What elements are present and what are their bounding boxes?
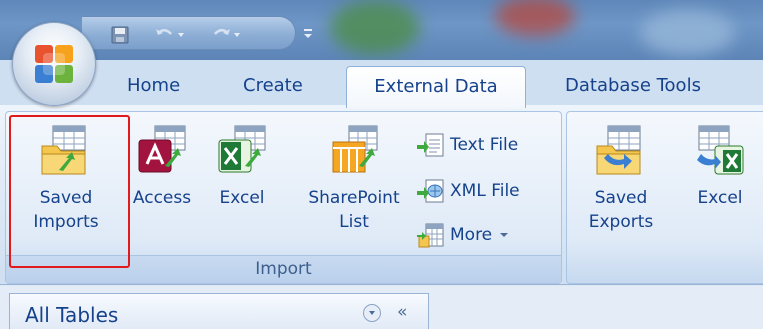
- customize-icon: [304, 29, 312, 38]
- undo-icon: [156, 29, 172, 35]
- sharepoint-list-icon: [332, 125, 378, 173]
- xml-file-import-button[interactable]: XML File: [416, 176, 520, 206]
- saved-imports-icon: [41, 125, 86, 175]
- chevron-down-icon: [178, 33, 184, 37]
- import-group-label: Import: [6, 255, 561, 283]
- navigation-pane: All Tables «: [0, 286, 763, 329]
- tab-create[interactable]: Create: [243, 75, 303, 96]
- saved-exports-icon: [596, 125, 641, 175]
- customize-toolbar-button[interactable]: [303, 25, 313, 38]
- saved-exports-button[interactable]: Saved Exports: [573, 124, 669, 234]
- import-group: Saved Imports Access Excel SharePoint Li…: [5, 111, 562, 284]
- title-bar: [0, 0, 763, 60]
- more-label: More: [450, 225, 493, 245]
- redo-icon: [214, 29, 230, 35]
- chevron-down-icon: [234, 33, 240, 37]
- excel-icon: [218, 125, 266, 173]
- access-icon: [138, 125, 186, 173]
- excel-export-label: Excel: [697, 188, 743, 208]
- excel-export-icon: [697, 125, 744, 175]
- sharepoint-list-import-button[interactable]: SharePoint List: [296, 124, 412, 234]
- saved-imports-label: Saved Imports: [33, 188, 99, 232]
- text-file-label: Text File: [450, 135, 519, 155]
- collapse-pane-icon[interactable]: «: [397, 302, 407, 322]
- save-icon: [111, 26, 129, 44]
- tab-external-data[interactable]: External Data: [346, 66, 526, 108]
- nav-pane-title: All Tables: [25, 303, 119, 327]
- navigation-pane-header[interactable]: All Tables «: [9, 293, 429, 329]
- excel-import-button[interactable]: Excel: [204, 124, 280, 210]
- title-bar-decoration: [330, 0, 420, 55]
- tab-database-tools[interactable]: Database Tools: [565, 75, 701, 96]
- access-label: Access: [132, 188, 192, 208]
- quick-access-toolbar: [82, 16, 296, 50]
- office-button[interactable]: [12, 22, 96, 106]
- saved-exports-label: Saved Exports: [588, 188, 654, 232]
- sharepoint-list-label: SharePoint List: [308, 188, 400, 232]
- more-import-button[interactable]: More: [416, 220, 510, 250]
- export-group: Saved Exports Excel: [566, 111, 763, 284]
- ribbon: Saved Imports Access Excel SharePoint Li…: [0, 105, 763, 285]
- redo-button[interactable]: [210, 24, 242, 46]
- xml-file-label: XML File: [450, 181, 520, 201]
- tab-home[interactable]: Home: [127, 75, 180, 96]
- nav-pane-menu-button[interactable]: [363, 304, 381, 322]
- chevron-down-icon: [500, 233, 509, 237]
- undo-button[interactable]: [154, 24, 186, 46]
- chevron-down-icon: [369, 311, 375, 315]
- save-button[interactable]: [110, 24, 130, 46]
- excel-label: Excel: [219, 188, 265, 208]
- saved-imports-button[interactable]: Saved Imports: [14, 124, 118, 234]
- tab-external-data-label: External Data: [374, 76, 498, 97]
- office-logo-icon: [35, 45, 73, 83]
- ribbon-tab-bar: Home Create External Data Database Tools: [0, 60, 763, 108]
- text-file-import-button[interactable]: Text File: [416, 130, 518, 160]
- text-file-icon: [417, 133, 444, 157]
- title-bar-decoration: [495, 0, 575, 36]
- title-bar-decoration: [640, 10, 735, 55]
- excel-export-button[interactable]: Excel: [679, 124, 761, 210]
- xml-file-icon: [417, 179, 444, 203]
- access-import-button[interactable]: Access: [124, 124, 200, 210]
- more-icon: [417, 223, 444, 248]
